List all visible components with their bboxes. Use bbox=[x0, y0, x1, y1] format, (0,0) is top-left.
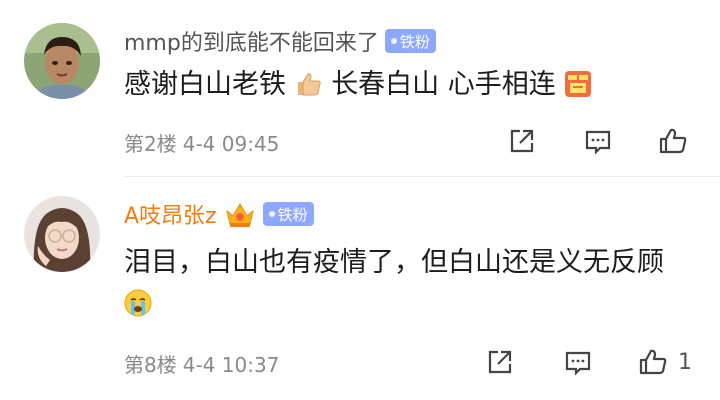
comment-item-2: A吱昂张z 铁粉 泪目，白山也有疫情了，但白山还是义无反顾 第8楼 4-4 10: bbox=[0, 176, 720, 400]
avatar[interactable] bbox=[24, 196, 100, 272]
share-button[interactable] bbox=[486, 347, 514, 377]
fan-badge: 铁粉 bbox=[384, 29, 436, 53]
comment-icon bbox=[564, 348, 592, 376]
like-button[interactable]: 1 bbox=[638, 347, 692, 377]
reply-button[interactable] bbox=[584, 126, 612, 156]
floor-info: 第8楼 4-4 10:37 bbox=[124, 349, 279, 378]
zan-emoji bbox=[564, 69, 592, 97]
username[interactable]: mmp的到底能不能回来了 bbox=[124, 25, 379, 57]
floor-info: 第2楼 4-4 09:45 bbox=[124, 128, 279, 157]
timestamp: 4-4 09:45 bbox=[182, 132, 280, 156]
share-icon bbox=[486, 348, 514, 376]
comment-item-1: mmp的到底能不能回来了 铁粉 感谢白山老铁 长春白山 心手相连 第2楼 4-4 … bbox=[0, 0, 720, 176]
username[interactable]: A吱昂张z bbox=[124, 198, 217, 230]
reply-button[interactable] bbox=[564, 347, 592, 377]
fan-badge: 铁粉 bbox=[262, 202, 314, 226]
avatar[interactable] bbox=[24, 23, 100, 99]
floor-number: 第8楼 bbox=[124, 353, 177, 377]
timestamp: 4-4 10:37 bbox=[182, 353, 280, 377]
like-button[interactable] bbox=[658, 126, 698, 156]
thumbs-up-icon bbox=[658, 126, 688, 156]
crying-emoji bbox=[124, 288, 152, 317]
comment-text: 感谢白山老铁 长春白山 心手相连 bbox=[124, 64, 680, 105]
thumbs-up-icon bbox=[638, 347, 668, 377]
comment-text: 泪目，白山也有疫情了，但白山还是义无反顾 bbox=[124, 242, 664, 324]
share-icon bbox=[508, 127, 536, 155]
comment-icon bbox=[584, 127, 612, 155]
like-count: 1 bbox=[678, 349, 692, 375]
crown-icon bbox=[223, 199, 257, 229]
thumbs-up-emoji bbox=[295, 69, 323, 97]
share-button[interactable] bbox=[508, 126, 536, 156]
floor-number: 第2楼 bbox=[124, 132, 177, 156]
